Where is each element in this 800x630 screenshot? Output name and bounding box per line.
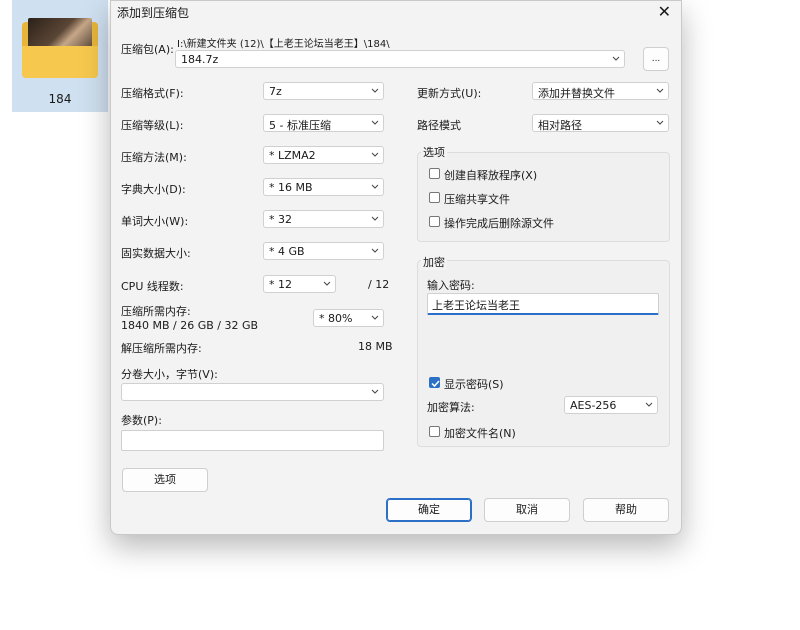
level-label: 压缩等级(L): <box>121 119 184 132</box>
ok-button[interactable]: 确定 <box>386 498 472 522</box>
desktop-folder-item[interactable]: 184 <box>12 0 108 112</box>
archive-path: I:\新建文件夹 (12)\【上老王论坛当老王】\184\ <box>177 39 390 50</box>
delete-checkbox[interactable] <box>429 216 440 227</box>
cpu-label: CPU 线程数: <box>121 280 184 293</box>
help-button[interactable]: 帮助 <box>583 498 669 522</box>
encryption-method-label: 加密算法: <box>427 401 475 414</box>
volume-label: 分卷大小，字节(V): <box>121 368 218 381</box>
method-value: * LZMA2 <box>269 149 316 162</box>
decompress-mem-label: 解压缩所需内存: <box>121 342 202 355</box>
archive-name-combo[interactable]: 184.7z <box>175 50 625 68</box>
folder-label: 184 <box>48 92 72 106</box>
word-select[interactable]: * 32 <box>263 210 384 228</box>
word-label: 单词大小(W): <box>121 215 189 228</box>
cancel-button[interactable]: 取消 <box>484 498 570 522</box>
options-button[interactable]: 选项 <box>122 468 208 492</box>
method-label: 压缩方法(M): <box>121 151 187 164</box>
show-password-checkbox[interactable] <box>429 377 440 388</box>
word-value: * 32 <box>269 213 292 226</box>
cpu-total: / 12 <box>368 278 390 291</box>
chevron-down-icon <box>612 56 620 61</box>
path-mode-value: 相对路径 <box>538 119 582 132</box>
chevron-down-icon <box>371 216 379 221</box>
title-bar: 添加到压缩包 ✕ <box>111 1 681 23</box>
dialog-title: 添加到压缩包 <box>117 6 190 20</box>
cpu-value: * 12 <box>269 278 292 291</box>
update-select[interactable]: 添加并替换文件 <box>532 82 669 100</box>
dict-label: 字典大小(D): <box>121 183 186 196</box>
archive-name-value: 184.7z <box>181 53 219 66</box>
chevron-down-icon <box>371 248 379 253</box>
add-to-archive-dialog: 添加到压缩包 ✕ 压缩包(A): I:\新建文件夹 (12)\【上老王论坛当老王… <box>110 0 682 535</box>
params-input[interactable] <box>121 430 384 451</box>
solid-select[interactable]: * 4 GB <box>263 242 384 260</box>
decompress-mem-value: 18 MB <box>358 340 393 353</box>
folder-icon-front <box>22 46 98 78</box>
close-icon[interactable]: ✕ <box>658 1 671 23</box>
solid-value: * 4 GB <box>269 245 305 258</box>
volume-select[interactable] <box>121 383 384 401</box>
encrypt-names-checkbox[interactable] <box>429 426 440 437</box>
shared-checkbox[interactable] <box>429 192 440 203</box>
chevron-down-icon <box>323 281 331 286</box>
memory-percent-value: * 80% <box>319 312 353 325</box>
chevron-down-icon <box>371 88 379 93</box>
chevron-down-icon <box>371 389 379 394</box>
password-input[interactable]: 上老王论坛当老王 <box>427 293 659 315</box>
chevron-down-icon <box>371 152 379 157</box>
update-label: 更新方式(U): <box>417 87 482 100</box>
format-select[interactable]: 7z <box>263 82 384 100</box>
cpu-select[interactable]: * 12 <box>263 275 336 293</box>
level-select[interactable]: 5 - 标准压缩 <box>263 114 384 132</box>
sfx-label: 创建自释放程序(X) <box>444 169 538 182</box>
archive-label: 压缩包(A): <box>121 43 174 56</box>
dict-select[interactable]: * 16 MB <box>263 178 384 196</box>
params-label: 参数(P): <box>121 414 162 427</box>
memory-percent-select[interactable]: * 80% <box>313 309 384 327</box>
password-label: 输入密码: <box>427 279 475 292</box>
format-value: 7z <box>269 85 282 98</box>
sfx-checkbox[interactable] <box>429 168 440 179</box>
chevron-down-icon <box>645 402 653 407</box>
chevron-down-icon <box>371 120 379 125</box>
path-mode-select[interactable]: 相对路径 <box>532 114 669 132</box>
memory-detail: 1840 MB / 26 GB / 32 GB <box>121 319 259 332</box>
update-value: 添加并替换文件 <box>538 87 615 100</box>
solid-label: 固实数据大小: <box>121 247 191 260</box>
memory-label: 压缩所需内存: <box>121 305 191 318</box>
level-value: 5 - 标准压缩 <box>269 119 331 132</box>
options-group-title: 选项 <box>421 144 447 160</box>
chevron-down-icon <box>656 120 664 125</box>
chevron-down-icon <box>656 88 664 93</box>
encryption-method-select[interactable]: AES-256 <box>564 396 658 414</box>
delete-label: 操作完成后删除源文件 <box>444 217 554 230</box>
method-select[interactable]: * LZMA2 <box>263 146 384 164</box>
shared-label: 压缩共享文件 <box>444 193 510 206</box>
password-value: 上老王论坛当老王 <box>432 299 520 312</box>
format-label: 压缩格式(F): <box>121 87 184 100</box>
encrypt-names-label: 加密文件名(N) <box>444 427 516 440</box>
dict-value: * 16 MB <box>269 181 313 194</box>
browse-button[interactable]: ... <box>643 47 669 71</box>
chevron-down-icon <box>371 184 379 189</box>
encryption-method-value: AES-256 <box>570 399 617 412</box>
checkmark-icon <box>431 380 440 388</box>
chevron-down-icon <box>371 315 379 320</box>
path-mode-label: 路径模式 <box>417 119 461 132</box>
encryption-group-title: 加密 <box>421 254 447 270</box>
show-password-label: 显示密码(S) <box>444 378 504 391</box>
